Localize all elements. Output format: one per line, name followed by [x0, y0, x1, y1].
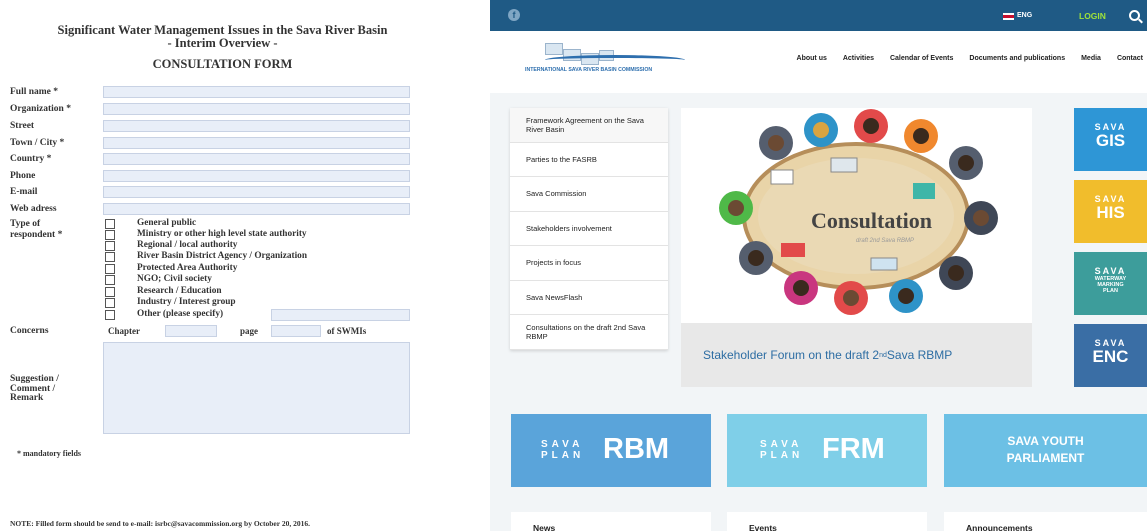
- hero-slider[interactable]: Consultation draft 2nd Sava RBMP Stakeho…: [681, 108, 1032, 387]
- illustration-title: Consultation: [811, 208, 932, 233]
- option-ministry: Ministry or other high level state autho…: [137, 229, 307, 239]
- page-field[interactable]: [271, 325, 321, 337]
- web-address-label: Web adress: [10, 204, 57, 214]
- concerns-label: Concerns: [10, 326, 49, 336]
- phone-field[interactable]: [103, 170, 410, 182]
- side-menu-framework-agreement[interactable]: Framework Agreement on the Sava River Ba…: [510, 108, 668, 143]
- email-label: E-mail: [10, 187, 38, 197]
- respondent-type-label-2: respondent *: [10, 230, 63, 240]
- side-menu-sava-commission[interactable]: Sava Commission: [510, 177, 668, 212]
- street-label: Street: [10, 121, 35, 131]
- option-other: Other (please specify): [137, 309, 224, 319]
- login-link[interactable]: LOGIN: [1079, 11, 1106, 21]
- checkbox-river-basin-agency[interactable]: [105, 252, 115, 262]
- language-selector[interactable]: ENG: [1017, 12, 1032, 19]
- nav-documents[interactable]: Documents and publications: [969, 55, 1065, 62]
- checkbox-regional-authority[interactable]: [105, 241, 115, 251]
- nav-about-us[interactable]: About us: [797, 55, 827, 62]
- banner-sava-plan-frm[interactable]: SAVA PLAN FRM: [727, 414, 927, 487]
- suggestion-textarea[interactable]: [103, 342, 410, 434]
- mandatory-note: * mandatory fields: [17, 449, 81, 458]
- tile-sava-his[interactable]: SAVA HIS: [1074, 180, 1147, 243]
- banner-sava-youth-parliament[interactable]: SAVA YOUTH PARLIAMENT: [944, 414, 1147, 487]
- organization-field[interactable]: [103, 103, 410, 115]
- uk-flag-icon[interactable]: [1003, 13, 1014, 20]
- suggestion-label-1: Suggestion /: [10, 374, 59, 384]
- checkbox-general-public[interactable]: [105, 219, 115, 229]
- respondent-type-label-1: Type of: [10, 219, 41, 229]
- option-river-basin-agency: River Basin District Agency / Organizati…: [137, 251, 307, 261]
- top-bar: f ENG LOGIN: [490, 0, 1147, 31]
- side-menu: Framework Agreement on the Sava River Ba…: [510, 108, 668, 350]
- consultation-form-document: Significant Water Management Issues in t…: [0, 0, 470, 531]
- town-city-label: Town / City *: [10, 138, 65, 148]
- checkbox-protected-area[interactable]: [105, 264, 115, 274]
- consultation-illustration: Consultation draft 2nd Sava RBMP: [681, 108, 1032, 323]
- country-field[interactable]: [103, 153, 410, 165]
- option-ngo: NGO; Civil society: [137, 274, 212, 284]
- other-specify-field[interactable]: [271, 309, 410, 321]
- option-general-public: General public: [137, 218, 197, 228]
- search-icon[interactable]: [1129, 10, 1140, 21]
- announcements-card[interactable]: Announcements: [944, 512, 1147, 531]
- nav-activities[interactable]: Activities: [843, 55, 874, 62]
- nav-calendar[interactable]: Calendar of Events: [890, 55, 953, 62]
- country-label: Country *: [10, 154, 52, 164]
- checkbox-industry[interactable]: [105, 298, 115, 308]
- nav-media[interactable]: Media: [1081, 55, 1101, 62]
- side-menu-projects[interactable]: Projects in focus: [510, 246, 668, 281]
- submission-note: NOTE: Filled form should be send to e-ma…: [10, 519, 310, 528]
- checkbox-other[interactable]: [105, 310, 115, 320]
- street-field[interactable]: [103, 120, 410, 132]
- page-label: page: [240, 326, 258, 336]
- side-menu-consultations[interactable]: Consultations on the draft 2nd Sava RBMP: [510, 315, 668, 350]
- web-address-field[interactable]: [103, 203, 410, 215]
- logo[interactable]: INTERNATIONAL SAVA RIVER BASIN COMMISSIO…: [525, 41, 685, 79]
- checkbox-ngo[interactable]: [105, 275, 115, 285]
- tile-sava-gis[interactable]: SAVA GIS: [1074, 108, 1147, 171]
- checkbox-ministry[interactable]: [105, 230, 115, 240]
- option-regional-authority: Regional / local authority: [137, 240, 238, 250]
- nav-contact[interactable]: Contact: [1117, 55, 1143, 62]
- document-subtitle: - Interim Overview -: [167, 36, 278, 50]
- main-nav: About us Activities Calendar of Events D…: [797, 55, 1147, 62]
- checkbox-research[interactable]: [105, 287, 115, 297]
- full-name-label: Full name *: [10, 87, 59, 97]
- email-field[interactable]: [103, 186, 410, 198]
- illustration-subtitle: draft 2nd Sava RBMP: [856, 238, 914, 244]
- option-research: Research / Education: [137, 286, 222, 296]
- option-industry: Industry / Interest group: [137, 297, 236, 307]
- option-protected-area: Protected Area Authority: [137, 263, 238, 273]
- town-city-field[interactable]: [103, 137, 410, 149]
- chapter-label: Chapter: [108, 326, 140, 336]
- logo-text: INTERNATIONAL SAVA RIVER BASIN COMMISSIO…: [525, 67, 653, 73]
- sava-commission-website: f ENG LOGIN INTERNATIONAL SAVA RIVER BAS…: [490, 0, 1147, 531]
- side-menu-stakeholders[interactable]: Stakeholders involvement: [510, 212, 668, 246]
- tile-sava-waterway-marking[interactable]: SAVA WATERWAY MARKING PLAN: [1074, 252, 1147, 315]
- site-header: INTERNATIONAL SAVA RIVER BASIN COMMISSIO…: [490, 31, 1147, 93]
- side-menu-newsflash[interactable]: Sava NewsFlash: [510, 281, 668, 315]
- of-swmis-label: of SWMIs: [327, 326, 367, 336]
- events-card[interactable]: Events: [727, 512, 927, 531]
- form-title: CONSULTATION FORM: [152, 57, 293, 71]
- hero-caption[interactable]: Stakeholder Forum on the draft 2nd Sava …: [681, 323, 1032, 387]
- tile-sava-enc[interactable]: SAVA ENC: [1074, 324, 1147, 387]
- facebook-icon[interactable]: f: [508, 9, 520, 21]
- suggestion-label-3: Remark: [10, 393, 44, 403]
- side-menu-parties[interactable]: Parties to the FASRB: [510, 143, 668, 177]
- full-name-field[interactable]: [103, 86, 410, 98]
- organization-label: Organization *: [10, 104, 71, 114]
- phone-label: Phone: [10, 171, 36, 181]
- chapter-field[interactable]: [165, 325, 217, 337]
- banner-sava-plan-rbm[interactable]: SAVA PLAN RBM: [511, 414, 711, 487]
- news-card[interactable]: News: [511, 512, 711, 531]
